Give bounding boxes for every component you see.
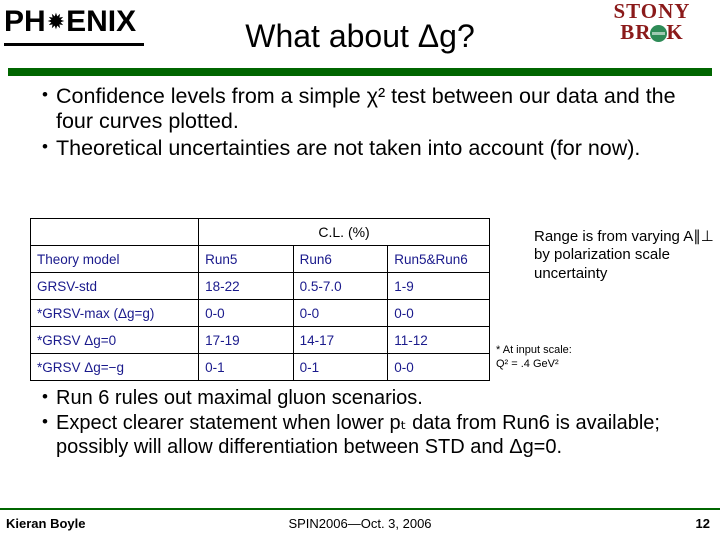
- bullet-icon: •: [42, 136, 48, 156]
- footnote-line1: * At input scale:: [496, 344, 572, 356]
- bullet-icon: •: [42, 412, 48, 431]
- stony-brook-logo-line2-b: K: [666, 19, 684, 44]
- bullet-text: Expect clearer statement when lower pₜ d…: [56, 412, 660, 458]
- footer-page-number: 12: [695, 516, 710, 531]
- bullet-text: Theoretical uncertainties are not taken …: [56, 135, 641, 160]
- top-bullet-list: • Confidence levels from a simple χ² tes…: [34, 84, 694, 162]
- stony-brook-logo-line1: STONY: [613, 0, 691, 23]
- footnote-line2: Q² = .4 GeV²: [496, 357, 559, 370]
- table-cell-model: *GRSV-max (Δg=g): [29, 299, 200, 327]
- bottom-bullet-list: • Run 6 rules out maximal gluon scenario…: [34, 386, 694, 460]
- table-cell-model: *GRSV Δg=−g: [29, 353, 200, 381]
- bullet-text: Confidence levels from a simple χ² test …: [56, 84, 676, 134]
- stony-brook-logo-line2-a: BR: [620, 19, 652, 44]
- table-row: *GRSV-max (Δg=g) 0-0 0-0 0-0: [29, 299, 490, 327]
- stony-brook-logo-line2: BR K: [592, 19, 712, 44]
- globe-icon: [650, 24, 668, 42]
- table-row: *GRSV Δg=−g 0-1 0-1 0-0: [29, 353, 490, 381]
- table-header-run6: Run6: [292, 245, 389, 273]
- bullet-icon: •: [42, 387, 48, 406]
- header-divider: [8, 68, 712, 76]
- table-row-superheader: C.L. (%): [29, 218, 490, 246]
- table-cell-model: GRSV-std: [29, 272, 200, 300]
- list-item: • Run 6 rules out maximal gluon scenario…: [34, 386, 694, 410]
- table-cell-empty: [29, 218, 200, 246]
- table-cell-both: 0-0: [387, 353, 490, 381]
- table-cell-run6: 0-1: [292, 353, 389, 381]
- confidence-level-table: C.L. (%) Theory model Run5 Run6 Run5&Run…: [29, 218, 490, 381]
- confidence-level-table-wrap: C.L. (%) Theory model Run5 Run6 Run5&Run…: [29, 218, 490, 381]
- list-item: • Theoretical uncertainties are not take…: [34, 136, 694, 161]
- input-scale-footnote: * At input scale: Q² = .4 GeV²: [496, 344, 696, 372]
- table-cell-run6: 0-0: [292, 299, 389, 327]
- list-item: • Expect clearer statement when lower pₜ…: [34, 411, 694, 459]
- table-cell-run6: 14-17: [292, 326, 389, 354]
- table-cell-both: 1-9: [387, 272, 490, 300]
- table-cell-run5: 0-1: [198, 353, 294, 381]
- footer-divider: [0, 508, 720, 510]
- list-item: • Confidence levels from a simple χ² tes…: [34, 84, 694, 135]
- range-note: Range is from varying A∥⊥ by polarizatio…: [534, 228, 714, 282]
- bullet-text: Run 6 rules out maximal gluon scenarios.: [56, 387, 423, 409]
- table-row-header: Theory model Run5 Run6 Run5&Run6: [29, 245, 490, 273]
- table-cell-model: *GRSV Δg=0: [29, 326, 200, 354]
- table-cell-run5: 0-0: [198, 299, 294, 327]
- slide-header: PH ✹ ENIX What about Δg? STONY BR K: [0, 0, 720, 76]
- bullet-icon: •: [42, 85, 48, 104]
- table-row: GRSV-std 18-22 0.5-7.0 1-9: [29, 272, 490, 300]
- table-cell-run5: 17-19: [198, 326, 294, 354]
- table-cell-run6: 0.5-7.0: [292, 272, 389, 300]
- stony-brook-logo: STONY BR K: [592, 0, 712, 44]
- table-header-theory-model: Theory model: [29, 245, 200, 273]
- slide-footer: Kieran Boyle SPIN2006—Oct. 3, 2006 12: [0, 512, 720, 540]
- table-cell-both: 11-12: [387, 326, 490, 354]
- table-cell-run5: 18-22: [198, 272, 294, 300]
- footer-conference: SPIN2006—Oct. 3, 2006: [288, 516, 432, 531]
- table-header-run5-run6: Run5&Run6: [387, 245, 490, 273]
- table-cell-both: 0-0: [387, 299, 490, 327]
- table-row: *GRSV Δg=0 17-19 14-17 11-12: [29, 326, 490, 354]
- table-header-run5: Run5: [198, 245, 294, 273]
- table-header-cl: C.L. (%): [198, 218, 490, 246]
